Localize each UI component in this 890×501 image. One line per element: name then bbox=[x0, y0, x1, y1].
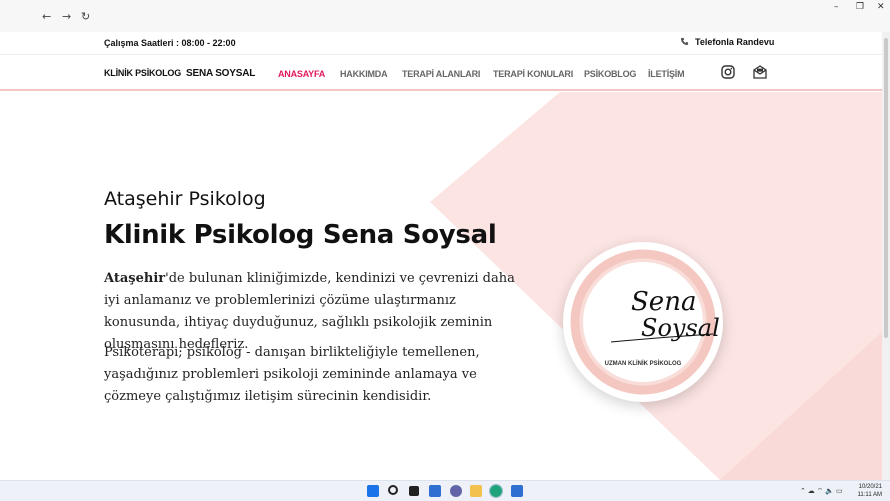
top-info-bar: Çalışma Saatleri : 08:00 - 22:00 Telefon… bbox=[0, 32, 882, 55]
logo-caption: UZMAN KLİNİK PSİKOLOG bbox=[605, 360, 682, 367]
phone-label: Telefonla Randevu bbox=[695, 37, 775, 47]
hero-title: Klinik Psikolog Sena Soysal bbox=[104, 220, 497, 250]
reload-icon[interactable]: ↻ bbox=[81, 10, 90, 24]
hero-paragraph-1-text: 'de bulunan kliniğimizde, kendinizi ve ç… bbox=[104, 271, 515, 352]
hero-subtitle: Ataşehir Psikolog bbox=[104, 188, 266, 210]
main-navbar: KLİNİK PSİKOLOG SENA SOYSAL ANASAYFA HAKK… bbox=[0, 55, 882, 91]
site-logo[interactable]: KLİNİK PSİKOLOG SENA SOYSAL bbox=[104, 68, 255, 79]
arrow-left-icon[interactable]: ← bbox=[42, 10, 51, 24]
clock-time: 11:11 AM bbox=[857, 492, 882, 498]
logo-badge: Sena Soysal UZMAN KLİNİK PSİKOLOG bbox=[563, 242, 723, 402]
maximize-button[interactable]: ❐ bbox=[856, 2, 864, 12]
web-page: Çalışma Saatleri : 08:00 - 22:00 Telefon… bbox=[0, 32, 882, 480]
location-highlight: Ataşehir bbox=[104, 271, 166, 286]
os-taskbar: ⌃ ☁ ⌔ 🔈 ▭ 10/20/21 11:11 AM bbox=[0, 480, 890, 501]
clock-date: 10/20/21 bbox=[858, 484, 882, 490]
hero-paragraph-2: Psikoterapi; psikolog - danışan birlikte… bbox=[104, 345, 480, 404]
logo-badge-graphic: Sena Soysal UZMAN KLİNİK PSİKOLOG bbox=[570, 249, 720, 395]
mail-icon[interactable] bbox=[753, 65, 767, 79]
logo-script-line1: Sena bbox=[631, 287, 696, 317]
store-icon[interactable] bbox=[511, 485, 523, 497]
browser-toolbar: ← → ↻ – ❐ ✕ bbox=[0, 0, 890, 32]
teams-chat-icon[interactable] bbox=[450, 485, 462, 497]
nav-terapi-konulari[interactable]: TERAPİ KONULARI bbox=[493, 69, 573, 79]
brand-prefix: KLİNİK PSİKOLOG bbox=[104, 68, 182, 78]
widgets-icon[interactable] bbox=[429, 485, 441, 497]
page-scrollbar[interactable] bbox=[882, 32, 890, 480]
start-icon[interactable] bbox=[367, 485, 379, 497]
instagram-icon[interactable] bbox=[721, 65, 735, 79]
nav-hakkimda[interactable]: HAKKIMDA bbox=[340, 69, 388, 79]
nav-anasayfa[interactable]: ANASAYFA bbox=[278, 69, 325, 79]
close-button[interactable]: ✕ bbox=[877, 2, 885, 12]
working-hours: Çalışma Saatleri : 08:00 - 22:00 bbox=[104, 38, 236, 48]
edge-browser-icon[interactable] bbox=[489, 484, 503, 498]
task-view-icon[interactable] bbox=[409, 486, 419, 496]
minimize-button[interactable]: – bbox=[834, 2, 839, 12]
brand-name: SENA SOYSAL bbox=[186, 68, 256, 79]
search-icon[interactable] bbox=[388, 485, 398, 495]
nav-terapi-alanlari[interactable]: TERAPİ ALANLARI bbox=[402, 69, 480, 79]
system-tray[interactable]: ⌃ ☁ ⌔ 🔈 ▭ bbox=[800, 487, 843, 496]
pink-background-shape bbox=[430, 92, 882, 480]
logo-script-line2: Soysal bbox=[641, 314, 720, 342]
scrollbar-thumb[interactable] bbox=[884, 38, 888, 338]
arrow-right-icon[interactable]: → bbox=[62, 10, 71, 24]
phone-icon bbox=[680, 37, 689, 46]
nav-psikoblog[interactable]: PSİKOBLOG bbox=[584, 69, 636, 79]
phone-appointment-link[interactable]: Telefonla Randevu bbox=[680, 37, 774, 47]
file-explorer-icon[interactable] bbox=[470, 485, 482, 497]
nav-iletisim[interactable]: İLETİŞİM bbox=[648, 69, 685, 79]
taskbar-clock[interactable]: 10/20/21 11:11 AM bbox=[858, 483, 882, 499]
